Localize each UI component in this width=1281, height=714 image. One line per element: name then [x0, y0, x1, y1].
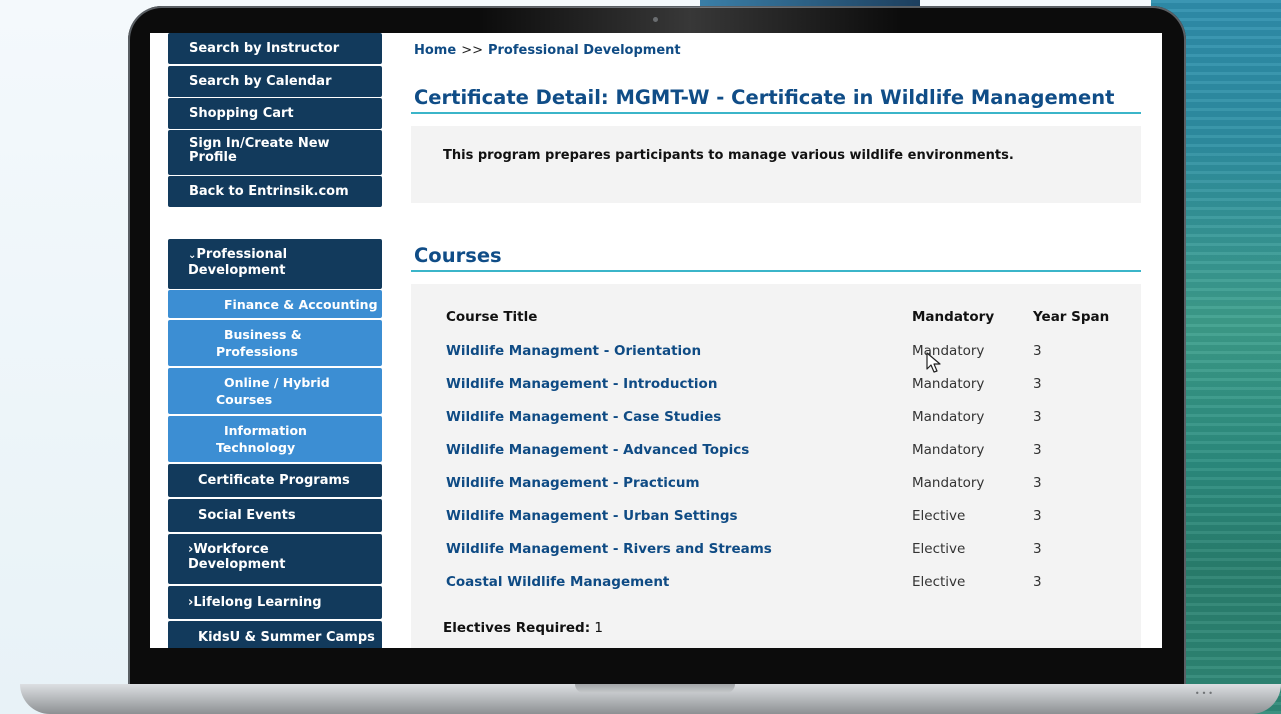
- subcategory-label: Business &: [224, 327, 302, 342]
- subcategory-label-2: Courses: [216, 392, 273, 407]
- course-mandatory: Mandatory: [912, 475, 985, 491]
- breadcrumb: Home >> Professional Development: [414, 43, 681, 58]
- category-label: Social Events: [198, 508, 296, 523]
- course-link[interactable]: Wildlife Management - Urban Settings: [446, 508, 738, 524]
- course-link[interactable]: Wildlife Managment - Orientation: [446, 343, 701, 359]
- course-mandatory: Elective: [912, 574, 966, 590]
- category-label-2: Development: [188, 557, 286, 572]
- description-panel: This program prepares participants to ma…: [411, 126, 1141, 203]
- course-link[interactable]: Wildlife Management - Advanced Topics: [446, 442, 749, 458]
- subcategory-label-2: Professions: [216, 344, 298, 359]
- course-link[interactable]: Wildlife Management - Practicum: [446, 475, 700, 491]
- base-dots-icon: •••: [1194, 689, 1215, 698]
- category-label-2: Development: [188, 263, 286, 278]
- course-mandatory: Mandatory: [912, 442, 985, 458]
- category-label: Professional: [196, 247, 288, 262]
- category-label: Certificate Programs: [198, 473, 350, 488]
- course-year-span: 3: [1033, 376, 1042, 392]
- sidebar-item-search-by-instructor[interactable]: Search by Instructor: [168, 33, 382, 64]
- sidebar-item-label: Search by Instructor: [189, 41, 340, 56]
- course-year-span: 3: [1033, 574, 1042, 590]
- table-row: Coastal Wildlife Management Elective 3: [411, 574, 1141, 594]
- courses-divider: [411, 270, 1141, 272]
- subcategory-label: Finance & Accounting: [224, 297, 378, 312]
- program-description: This program prepares participants to ma…: [443, 148, 1014, 163]
- sidebar-item-label: Search by Calendar: [189, 74, 332, 89]
- course-mandatory: Elective: [912, 541, 966, 557]
- laptop-screen: Search by Instructor Search by Calendar …: [150, 33, 1162, 648]
- courses-table: Course Title Mandatory Year Span Wildlif…: [411, 284, 1141, 648]
- course-year-span: 3: [1033, 541, 1042, 557]
- electives-required-value: 1: [594, 620, 603, 636]
- title-divider: [411, 112, 1141, 114]
- subcategory-finance-accounting[interactable]: Finance & Accounting: [168, 290, 382, 318]
- course-mandatory: Mandatory: [912, 376, 985, 392]
- column-header-year-span: Year Span: [1033, 309, 1110, 325]
- course-year-span: 3: [1033, 475, 1042, 491]
- table-row: Wildlife Management - Urban Settings Ele…: [411, 508, 1141, 528]
- category-label: Workforce: [193, 542, 269, 557]
- sidebar-item-label: Shopping Cart: [189, 106, 294, 121]
- subcategory-label-2: Technology: [216, 440, 296, 455]
- breadcrumb-current-link[interactable]: Professional Development: [488, 43, 681, 58]
- course-mandatory: Elective: [912, 508, 966, 524]
- sidebar-item-back-to-entrinsik[interactable]: Back to Entrinsik.com: [168, 176, 382, 207]
- subcategory-online-hybrid[interactable]: Online / Hybrid Courses: [168, 368, 382, 414]
- sidebar-item-shopping-cart[interactable]: Shopping Cart: [168, 98, 382, 129]
- category-lifelong-learning[interactable]: ›Lifelong Learning: [168, 586, 382, 619]
- table-row: Wildlife Management - Case Studies Manda…: [411, 409, 1141, 429]
- subcategory-business-professions[interactable]: Business & Professions: [168, 320, 382, 366]
- category-label: KidsU & Summer Camps: [198, 630, 375, 645]
- subcategory-label: Online / Hybrid: [224, 375, 330, 390]
- course-mandatory: Mandatory: [912, 343, 985, 359]
- course-year-span: 3: [1033, 343, 1042, 359]
- table-row: Wildlife Management - Advanced Topics Ma…: [411, 442, 1141, 462]
- column-header-course-title: Course Title: [446, 309, 538, 325]
- breadcrumb-separator: >>: [461, 43, 483, 58]
- electives-required: Electives Required: 1: [443, 620, 603, 636]
- course-year-span: 3: [1033, 442, 1042, 458]
- course-mandatory: Mandatory: [912, 409, 985, 425]
- subcategory-label: Information: [224, 423, 307, 438]
- course-link[interactable]: Wildlife Management - Introduction: [446, 376, 717, 392]
- subcategory-information-technology[interactable]: Information Technology: [168, 416, 382, 462]
- course-link[interactable]: Wildlife Management - Rivers and Streams: [446, 541, 772, 557]
- table-row: Wildlife Management - Practicum Mandator…: [411, 475, 1141, 495]
- bezel-reflection: [480, 7, 900, 33]
- screen-bottom-bezel: [150, 648, 1162, 684]
- sidebar-item-label-2: Profile: [189, 150, 237, 165]
- table-row: Wildlife Management - Introduction Manda…: [411, 376, 1141, 396]
- courses-heading: Courses: [414, 244, 502, 267]
- sidebar-item-search-by-calendar[interactable]: Search by Calendar: [168, 66, 382, 97]
- course-year-span: 3: [1033, 409, 1042, 425]
- page-title: Certificate Detail: MGMT-W - Certificate…: [414, 86, 1115, 109]
- sidebar-item-sign-in[interactable]: Sign In/Create New Profile: [168, 130, 382, 175]
- category-professional-development[interactable]: ⌄Professional Development: [168, 239, 382, 289]
- table-row: Wildlife Management - Rivers and Streams…: [411, 541, 1141, 561]
- sidebar-item-label: Back to Entrinsik.com: [189, 184, 349, 199]
- column-header-mandatory: Mandatory: [912, 309, 995, 325]
- electives-required-label: Electives Required:: [443, 620, 591, 636]
- category-certificate-programs[interactable]: Certificate Programs: [168, 464, 382, 497]
- category-kidsu-summer-camps[interactable]: KidsU & Summer Camps: [168, 621, 382, 648]
- course-year-span: 3: [1033, 508, 1042, 524]
- category-social-events[interactable]: Social Events: [168, 499, 382, 532]
- category-workforce-development[interactable]: ›Workforce Development: [168, 534, 382, 584]
- mouse-cursor-icon: [926, 352, 941, 373]
- course-link[interactable]: Wildlife Management - Case Studies: [446, 409, 721, 425]
- category-label: Lifelong Learning: [193, 595, 322, 610]
- breadcrumb-home-link[interactable]: Home: [414, 43, 456, 58]
- course-link[interactable]: Coastal Wildlife Management: [446, 574, 669, 590]
- table-row: Wildlife Managment - Orientation Mandato…: [411, 343, 1141, 363]
- sidebar-item-label: Sign In/Create New: [189, 136, 330, 151]
- laptop-notch: [575, 684, 735, 693]
- camera-icon: [653, 17, 658, 22]
